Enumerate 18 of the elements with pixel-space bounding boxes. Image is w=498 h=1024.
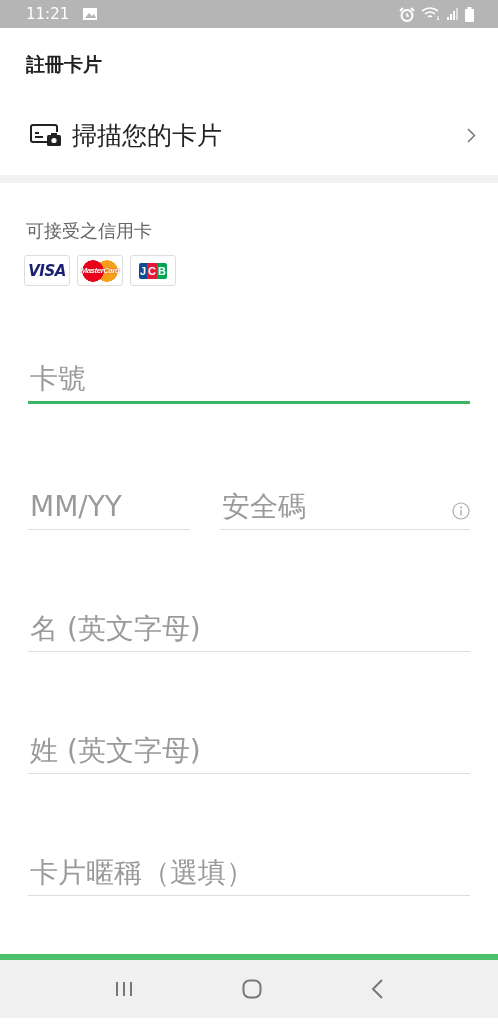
battery-icon (465, 6, 474, 22)
scan-card-row[interactable]: 掃描您的卡片 (0, 95, 498, 175)
input-field[interactable]: 卡號 (28, 362, 470, 404)
image-icon (83, 8, 98, 20)
wifi-icon (421, 7, 441, 21)
back-icon (371, 979, 384, 999)
card-camera-icon (30, 123, 62, 147)
page-title: 註冊卡片 (25, 52, 103, 77)
home-icon (242, 979, 262, 999)
info-icon[interactable] (452, 502, 470, 520)
visa-logo: VISA (28, 261, 66, 280)
recent-apps-icon (114, 981, 133, 997)
signal-icon (447, 8, 459, 20)
accepted-cards-label: 可接受之信用卡 (25, 219, 153, 243)
status-time: 11:21 (26, 5, 70, 23)
chevron-right-icon (467, 127, 476, 143)
alarm-icon (399, 6, 415, 22)
jcb-logo: JCB (139, 262, 167, 279)
